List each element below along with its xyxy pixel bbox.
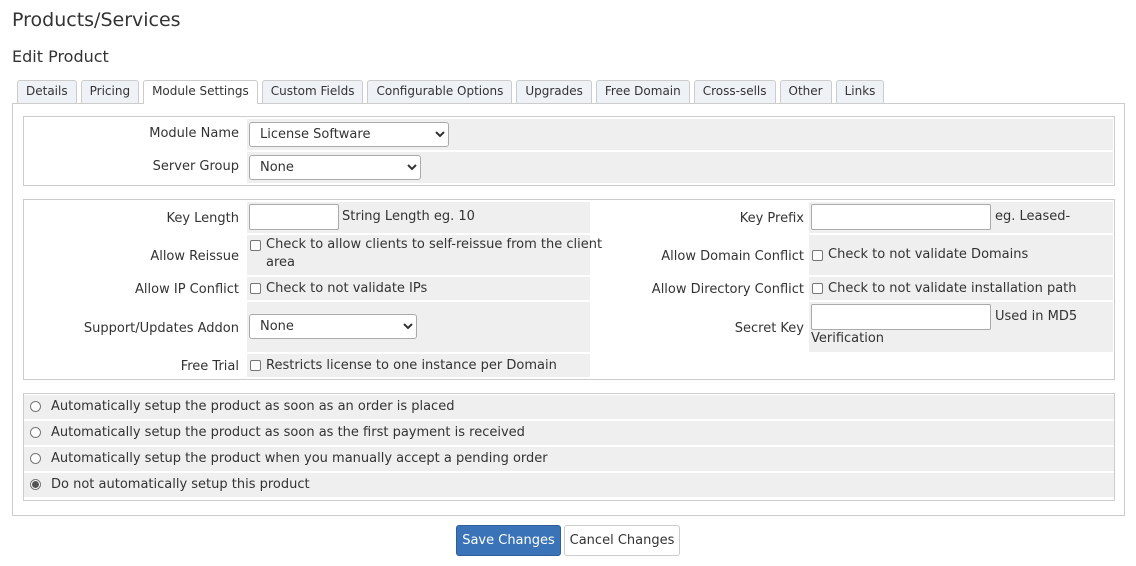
allow-ip-conflict-cell: Check to not validate IPs <box>247 277 590 300</box>
setup-option-on-accept[interactable]: Automatically setup the product when you… <box>24 447 1114 471</box>
free-trial-cell: Restricts license to one instance per Do… <box>247 354 590 377</box>
allow-domain-conflict-label: Allow Domain Conflict <box>661 249 804 264</box>
radio-button[interactable] <box>30 401 41 412</box>
secret-key-label: Secret Key <box>734 321 804 336</box>
tab-details[interactable]: Details <box>17 80 77 103</box>
support-addon-label: Support/Updates Addon <box>83 321 239 336</box>
module-settings-panel: Module Name License Software Server Grou… <box>12 103 1125 516</box>
module-name-cell: License Software <box>247 119 1113 150</box>
module-name-label: Module Name <box>149 126 239 141</box>
setup-option-on-order[interactable]: Automatically setup the product as soon … <box>24 395 1114 419</box>
page-subtitle: Edit Product <box>12 47 109 66</box>
secret-key-cell: Used in MD5 Verification <box>809 302 1113 352</box>
tab-pricing[interactable]: Pricing <box>80 80 140 103</box>
server-group-cell: None <box>247 152 1113 183</box>
secret-key-input[interactable] <box>811 304 991 330</box>
radio-button[interactable] <box>30 453 41 464</box>
radio-button-selected[interactable] <box>30 479 41 490</box>
module-selection-box: Module Name License Software Server Grou… <box>23 116 1115 186</box>
allow-directory-conflict-label: Allow Directory Conflict <box>651 282 804 297</box>
allow-ip-conflict-checkbox[interactable] <box>250 283 261 294</box>
key-length-input[interactable] <box>249 204 339 230</box>
key-prefix-cell: eg. Leased- <box>809 202 1113 233</box>
server-group-select[interactable]: None <box>249 155 421 180</box>
tab-configurable-options[interactable]: Configurable Options <box>367 80 513 103</box>
allow-directory-conflict-cell: Check to not validate installation path <box>809 277 1113 300</box>
server-group-label: Server Group <box>152 159 239 174</box>
allow-ip-conflict-text: Check to not validate IPs <box>266 281 428 296</box>
free-trial-checkbox[interactable] <box>250 360 261 371</box>
support-addon-cell: None <box>247 302 590 352</box>
tab-free-domain[interactable]: Free Domain <box>595 80 690 103</box>
free-trial-text: Restricts license to one instance per Do… <box>266 358 557 373</box>
allow-reissue-text-line2: area <box>266 255 295 270</box>
save-changes-button[interactable]: Save Changes <box>456 525 561 556</box>
allow-reissue-cell: Check to allow clients to self-reissue f… <box>247 235 602 275</box>
setup-option-label: Automatically setup the product when you… <box>51 451 548 466</box>
allow-domain-conflict-cell: Check to not validate Domains <box>809 235 1113 275</box>
license-settings-box: Key Length String Length eg. 10 Key Pref… <box>23 199 1115 380</box>
module-name-select[interactable]: License Software <box>249 122 449 147</box>
key-prefix-input[interactable] <box>811 204 991 230</box>
secret-key-hint-line1: Used in MD5 <box>995 309 1078 324</box>
allow-reissue-label: Allow Reissue <box>150 249 239 264</box>
allow-directory-conflict-text: Check to not validate installation path <box>828 281 1077 296</box>
key-length-label: Key Length <box>166 211 239 226</box>
allow-directory-conflict-checkbox[interactable] <box>812 283 823 294</box>
setup-options-box: Automatically setup the product as soon … <box>23 393 1115 501</box>
page-title: Products/Services <box>12 9 181 31</box>
secret-key-hint-line2: Verification <box>811 331 885 346</box>
tab-module-settings[interactable]: Module Settings <box>143 80 258 104</box>
setup-option-manual[interactable]: Do not automatically setup this product <box>24 473 1114 497</box>
allow-ip-conflict-label: Allow IP Conflict <box>135 282 239 297</box>
setup-option-label: Automatically setup the product as soon … <box>51 425 525 440</box>
allow-reissue-text-line1: Check to allow clients to self-reissue f… <box>266 237 603 252</box>
setup-option-label: Do not automatically setup this product <box>51 477 310 492</box>
key-prefix-hint: eg. Leased- <box>995 209 1071 224</box>
allow-domain-conflict-text: Check to not validate Domains <box>828 247 1029 262</box>
radio-button[interactable] <box>30 427 41 438</box>
cancel-changes-button[interactable]: Cancel Changes <box>564 525 680 556</box>
support-addon-select[interactable]: None <box>249 314 417 339</box>
allow-domain-conflict-checkbox[interactable] <box>812 250 823 261</box>
allow-reissue-checkbox[interactable] <box>250 240 261 251</box>
tab-cross-sells[interactable]: Cross-sells <box>693 80 776 103</box>
setup-option-on-payment[interactable]: Automatically setup the product as soon … <box>24 421 1114 445</box>
tab-links[interactable]: Links <box>835 80 885 103</box>
key-length-cell: String Length eg. 10 <box>247 202 590 233</box>
tab-bar: Details Pricing Module Settings Custom F… <box>17 80 885 104</box>
tab-upgrades[interactable]: Upgrades <box>516 80 592 103</box>
free-trial-label: Free Trial <box>180 359 239 374</box>
tab-custom-fields[interactable]: Custom Fields <box>261 80 364 103</box>
setup-option-label: Automatically setup the product as soon … <box>51 399 455 414</box>
tab-other[interactable]: Other <box>779 80 832 103</box>
key-prefix-label: Key Prefix <box>739 211 804 226</box>
key-length-hint: String Length eg. 10 <box>342 209 475 224</box>
